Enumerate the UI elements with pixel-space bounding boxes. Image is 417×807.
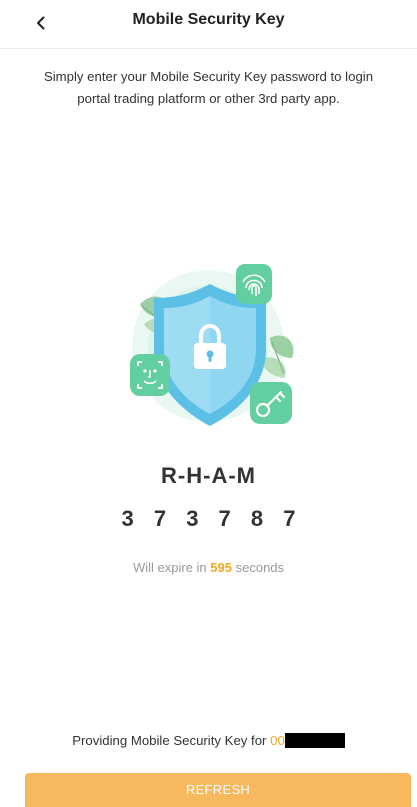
providing-text: Providing Mobile Security Key for 00: [0, 733, 417, 748]
refresh-button[interactable]: REFRESH: [25, 773, 411, 807]
page-title: Mobile Security Key: [132, 11, 285, 28]
header-bar: Mobile Security Key: [0, 0, 417, 49]
redacted-account: [284, 733, 345, 748]
account-number: 00: [270, 733, 285, 748]
expiry-text: Will expire in 595 seconds: [0, 560, 417, 575]
expiry-seconds: 595: [210, 560, 232, 575]
security-illustration: [122, 258, 298, 440]
face-id-icon: [130, 354, 170, 396]
fingerprint-icon: [236, 264, 272, 304]
providing-label: Providing Mobile Security Key for: [72, 733, 267, 748]
security-key-letters: R-H-A-M: [161, 463, 256, 488]
description-text: Simply enter your Mobile Security Key pa…: [43, 69, 374, 106]
expiry-suffix: seconds: [235, 560, 285, 575]
key-icon: [250, 382, 292, 424]
expiry-prefix: Will expire in: [132, 560, 207, 575]
security-key-digits: 3 7 3 7 8 7: [121, 506, 303, 531]
